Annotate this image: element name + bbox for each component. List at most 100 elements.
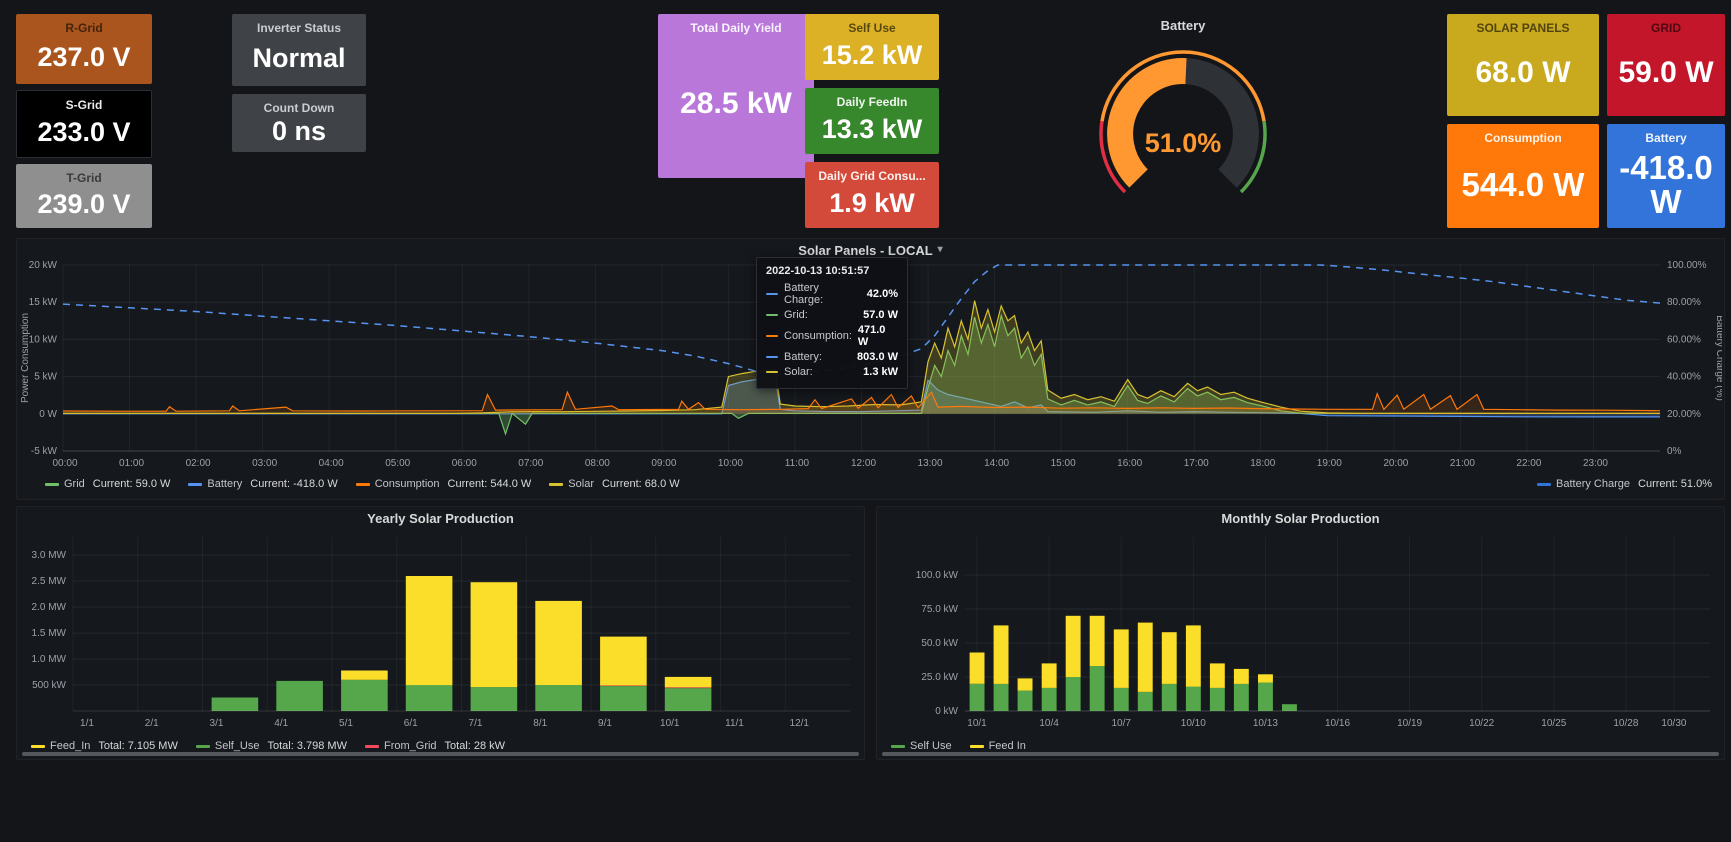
stat-title-daily-feedin: Daily FeedIn <box>837 95 908 109</box>
tick-label: 10/28 <box>1613 718 1638 729</box>
tick-label: 4/1 <box>274 718 288 729</box>
stat-title-grid: GRID <box>1651 21 1681 35</box>
tick-label: 75.0 kW <box>921 604 958 615</box>
tick-label: 17:00 <box>1184 458 1209 469</box>
legend-marker <box>365 745 379 748</box>
legend-right: Battery ChargeCurrent: 51.0% <box>1537 473 1712 495</box>
tick-label: 08:00 <box>585 458 610 469</box>
monthly-solar-production-panel: Monthly Solar Production 100.0 kW75.0 kW… <box>876 506 1725 760</box>
tick-label: 18:00 <box>1250 458 1275 469</box>
bar-segment-feed_in <box>341 671 388 680</box>
legend-marker <box>45 483 59 486</box>
bar-segment-feed_in <box>665 677 712 687</box>
bar-segment-self-use <box>1162 684 1177 711</box>
tooltip-series-value: 471.0 W <box>858 324 898 348</box>
legend-label: Self_Use <box>215 740 260 752</box>
legend-value: Total: 7.105 MW <box>98 740 177 752</box>
tooltip-series-marker <box>766 293 778 295</box>
stat-title-s-grid: S-Grid <box>66 98 103 112</box>
bar-segment-self_use <box>535 685 582 711</box>
bar-segment-self_use <box>471 687 518 711</box>
gauge-value-text: 51.0% <box>1145 128 1222 158</box>
horizontal-scrollbar[interactable] <box>882 752 1719 756</box>
tooltip-title: 2022-10-13 10:51:57 <box>766 265 898 277</box>
bar-segment-feed-in <box>1234 669 1249 684</box>
bar-segment-self-use <box>1282 704 1297 711</box>
legend-value: Current: 59.0 W <box>93 478 171 490</box>
bar-segment-from_grid <box>600 685 647 686</box>
y-axis-label-left: Power Consumption <box>20 313 31 403</box>
tick-label: 0 kW <box>935 706 958 717</box>
legend-item-battery[interactable]: Battery Current: -418.0 W <box>188 478 337 490</box>
tick-label: 11/1 <box>725 718 744 729</box>
tick-label: 50.0 kW <box>921 638 958 649</box>
bar-segment-feed-in <box>1018 678 1033 690</box>
legend-item-solar[interactable]: SolarCurrent: 68.0 W <box>549 478 679 490</box>
tick-label: 16:00 <box>1117 458 1142 469</box>
tick-label: 10/25 <box>1541 718 1566 729</box>
bar-segment-feed-in <box>1066 616 1081 677</box>
tick-label: 1.0 MW <box>32 654 67 665</box>
tick-label: 10/19 <box>1397 718 1422 729</box>
tick-label: 2.0 MW <box>32 602 67 613</box>
tick-label: 15 kW <box>29 297 58 308</box>
legend-label: Grid <box>64 478 85 490</box>
stat-panel-consumption: Consumption 544.0 W <box>1447 124 1599 228</box>
tick-label: 02:00 <box>186 458 211 469</box>
tick-label: 5 kW <box>34 372 57 383</box>
legend-label: Battery <box>207 478 242 490</box>
tick-label: 5/1 <box>339 718 353 729</box>
tooltip-series-label: Consumption: <box>784 330 852 342</box>
tooltip-row: Battery Charge:42.0% <box>766 282 898 306</box>
monthly-bar-chart[interactable]: 100.0 kW75.0 kW50.0 kW25.0 kW0 kW10/110/… <box>877 529 1722 735</box>
stat-title-r-grid: R-Grid <box>65 21 102 35</box>
legend-item-consumption[interactable]: ConsumptionCurrent: 544.0 W <box>356 478 532 490</box>
tooltip-row: Solar:1.3 kW <box>766 366 898 378</box>
tick-label: 8/1 <box>533 718 547 729</box>
monthly-panel-title: Monthly Solar Production <box>877 507 1724 529</box>
tick-label: 500 kW <box>32 680 66 691</box>
bar-segment-feed-in <box>1210 663 1225 688</box>
tick-label: 10/10 <box>1181 718 1206 729</box>
tick-label: 3.0 MW <box>32 550 67 561</box>
stat-value-s-grid: 233.0 V <box>37 112 130 153</box>
stat-value-consumption: 544.0 W <box>1462 145 1585 224</box>
bar-segment-feed_in <box>471 582 518 687</box>
tick-label: 20.00% <box>1667 409 1701 420</box>
stat-panel-daily-grid-consumption: Daily Grid Consu... 1.9 kW <box>805 162 939 228</box>
legend-item-feed-in[interactable]: Feed In <box>970 740 1026 752</box>
bar-segment-self-use <box>1114 688 1129 711</box>
yearly-panel-title: Yearly Solar Production <box>17 507 864 529</box>
tick-label: 11:00 <box>785 458 810 469</box>
tick-label: 09:00 <box>651 458 676 469</box>
tick-label: 19:00 <box>1317 458 1342 469</box>
legend-item-feed-in[interactable]: Feed_InTotal: 7.105 MW <box>31 740 178 752</box>
legend-label: Battery Charge <box>1556 478 1630 490</box>
legend-value: Current: 544.0 W <box>448 478 532 490</box>
stat-panel-t-grid: T-Grid 239.0 V <box>16 164 152 228</box>
tick-label: 6/1 <box>404 718 418 729</box>
stat-panel-r-grid: R-Grid 237.0 V <box>16 14 152 84</box>
solar-panels-local-panel: Solar Panels - LOCAL ▾ 00:0001:0002:0003… <box>16 238 1725 500</box>
tick-label: 15:00 <box>1051 458 1076 469</box>
stat-title-total-daily-yield: Total Daily Yield <box>690 21 781 35</box>
stat-value-self-use: 15.2 kW <box>822 35 923 76</box>
tooltip-series-label: Grid: <box>784 309 808 321</box>
legend-value: Total: 3.798 MW <box>268 740 347 752</box>
legend-marker <box>188 483 202 486</box>
legend-value: Current: -418.0 W <box>250 478 337 490</box>
yearly-bar-chart[interactable]: 3.0 MW2.5 MW2.0 MW1.5 MW1.0 MW500 kW1/12… <box>17 529 862 735</box>
legend-item-self-use[interactable]: Self Use <box>891 740 952 752</box>
legend-item-grid[interactable]: Grid Current: 59.0 W <box>45 478 170 490</box>
tick-label: 22:00 <box>1516 458 1541 469</box>
legend-item-from-grid[interactable]: From_GridTotal: 28 kW <box>365 740 505 752</box>
legend-item-self-use[interactable]: Self_Use Total: 3.798 MW <box>196 740 347 752</box>
tick-label: 21:00 <box>1450 458 1475 469</box>
tick-label: 25.0 kW <box>921 672 958 683</box>
bar-segment-feed-in <box>1258 674 1273 682</box>
bar-segment-self_use <box>665 688 712 711</box>
legend-item-battery-charge[interactable]: Battery ChargeCurrent: 51.0% <box>1537 478 1712 490</box>
stat-title-inverter-status: Inverter Status <box>257 21 341 35</box>
tick-label: 10/1 <box>967 718 987 729</box>
horizontal-scrollbar[interactable] <box>22 752 859 756</box>
